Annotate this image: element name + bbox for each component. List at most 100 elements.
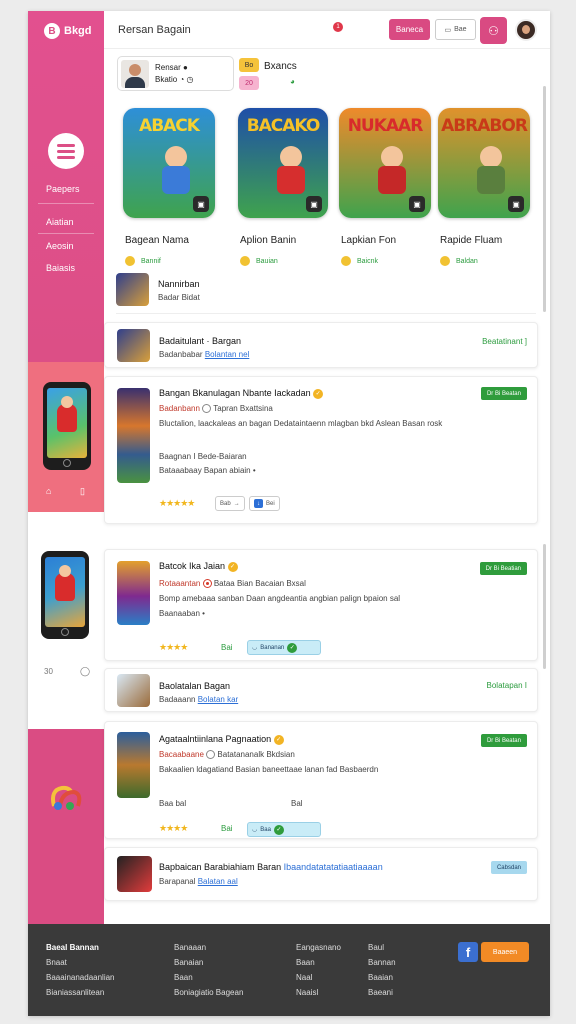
footer-link[interactable]: Boniagiatio Bagean <box>174 985 243 1000</box>
chip-label: Bab <box>220 500 231 507</box>
settings-icon[interactable]: ⚇ <box>480 17 507 44</box>
status-pill: Dr Bi Beatan <box>480 387 527 400</box>
footer-link[interactable]: Baaian <box>368 970 396 985</box>
footer-link[interactable]: Bannan <box>368 955 396 970</box>
row-thumbnail[interactable] <box>116 273 149 306</box>
row-title[interactable]: Badaitulant · Bargan <box>159 336 241 346</box>
footer-link[interactable]: Baan <box>296 955 341 970</box>
secondary-button[interactable]: ▭ Bae <box>435 19 476 40</box>
radio-icon[interactable] <box>202 579 212 589</box>
home-icon[interactable]: ⌂ <box>46 486 51 496</box>
facebook-icon[interactable]: f <box>458 942 478 962</box>
game-tile[interactable]: NUKAAR ▣ <box>339 108 431 218</box>
sidebar-lower <box>28 729 104 925</box>
chip-button[interactable]: ◡ Baa ✓ <box>247 822 321 837</box>
game-description: Bluctalion, laackaleas an bagan Dedatain… <box>159 419 443 428</box>
tile-meta: Baicnk <box>341 256 378 266</box>
sidebar-item-3[interactable]: Aeosin <box>46 241 74 251</box>
game-tile[interactable]: ABRABOR ▣ <box>438 108 530 218</box>
row-thumbnail <box>117 674 150 707</box>
radio-icon[interactable] <box>202 404 212 414</box>
game-title[interactable]: Agataalntiinlana Pagnaation ✓ <box>159 734 284 745</box>
row-subtitle: Badar Bidat <box>158 293 200 302</box>
row-subtitle: Badanbabar Bolantan nel <box>159 350 249 359</box>
row-title[interactable]: Bapbaican Barabiahiam Baran Ibaandatatat… <box>159 862 409 872</box>
list-item[interactable]: Badaitulant · Bargan Badanbabar Bolantan… <box>104 322 538 368</box>
rating-stars: ★★★★ <box>159 642 188 652</box>
menu-icon[interactable] <box>48 133 84 169</box>
chip-button-2[interactable]: ↓ Bei <box>249 496 280 511</box>
scrollbar[interactable] <box>543 544 546 669</box>
footer-link[interactable]: Eangasnano <box>296 940 341 955</box>
footer-link[interactable]: Naal <box>296 970 341 985</box>
game-description: Bomp amebaaa sanban Daan angdeantia angb… <box>159 594 401 603</box>
game-subtitle-text: Bacaabaane <box>159 750 204 759</box>
rating-stars: ★★★★ <box>159 823 188 833</box>
check-icon: ✓ <box>273 824 284 835</box>
character-art <box>474 146 508 196</box>
sidebar-divider <box>38 203 94 204</box>
footer-col-2: Banaaan Banaian Baan Boniagiatio Bagean <box>174 940 243 1000</box>
game-card[interactable]: Bangan Bkanulagan Nbante Iackadan ✓ Dr B… <box>104 376 538 524</box>
chip-button[interactable]: Bab → <box>215 496 245 511</box>
row-title[interactable]: Nannirban <box>158 279 200 289</box>
game-tile[interactable]: ABACK ▣ <box>123 108 215 218</box>
game-title[interactable]: Batcok Ika Jaian ✓ <box>159 561 238 572</box>
coin-icon <box>240 256 250 266</box>
sidebar-item-4[interactable]: Baiasis <box>46 263 75 273</box>
user-avatar[interactable] <box>515 19 537 41</box>
scrollbar[interactable] <box>543 86 546 312</box>
list-item[interactable]: Baolatalan Bagan Badaaann Bolatan kar Bo… <box>104 668 538 712</box>
footer-link[interactable]: Banaian <box>174 955 243 970</box>
footer-link[interactable]: Baul <box>368 940 396 955</box>
tile-name[interactable]: Rapide Fluam <box>440 235 502 246</box>
game-tile[interactable]: BACAKO ▣ <box>238 108 328 218</box>
status-label: Bolatapan I <box>486 681 527 690</box>
tile-meta: Baldan <box>440 256 478 266</box>
footer-link[interactable]: Naaisl <box>296 985 341 1000</box>
tile-corner-icon: ▣ <box>306 196 322 212</box>
row-subtitle-text: Badaaann <box>159 695 196 704</box>
row-link[interactable]: Balatan aal <box>198 877 238 886</box>
footer-link[interactable]: Bianiassanlitean <box>46 985 115 1000</box>
row-title[interactable]: Baolatalan Bagan <box>159 681 230 691</box>
tile-name[interactable]: Bagean Nama <box>125 235 189 246</box>
review-count: Bai <box>221 643 233 652</box>
chip-button[interactable]: ◡ Bananan ✓ <box>247 640 321 655</box>
games-status-icon: ◕ <box>290 77 295 86</box>
profile-meta: Bkatio ◔ ◷ <box>155 74 194 84</box>
device-icon[interactable]: ▯ <box>80 486 85 497</box>
game-card[interactable]: Batcok Ika Jaian ✓ Dr Bi Beatian Rotaaan… <box>104 549 538 661</box>
game-title[interactable]: Bangan Bkanulagan Nbante Iackadan ✓ <box>159 388 324 399</box>
logo-text: Bkgd <box>64 25 92 37</box>
cta-button[interactable]: Baaeen <box>481 942 529 962</box>
circle-icon[interactable]: ◯ <box>80 666 90 677</box>
game-subtitle-2: Bataa Bian Bacaian Bxsal <box>213 579 306 588</box>
sidebar-item-2[interactable]: Aiatian <box>46 217 74 227</box>
app-logo[interactable]: B Bkgd <box>44 23 92 39</box>
game-title-text: Agataalntiinlana Pagnaation <box>159 734 272 744</box>
tile-meta-text: Baldan <box>456 257 478 265</box>
footer-link[interactable]: Bnaat <box>46 955 115 970</box>
sidebar-item-1[interactable]: Paepers <box>46 184 80 194</box>
game-subtitle: Bacaabaane Batatananalk Bkdsian <box>159 750 295 760</box>
footer-link[interactable]: Baaainanadaanlian <box>46 970 115 985</box>
row-link[interactable]: Bolatan kar <box>198 695 238 704</box>
row-title-link[interactable]: Ibaandatatatatiaatiaaaan <box>284 862 383 872</box>
tile-meta-text: Bannif <box>141 257 161 265</box>
notification-badge[interactable]: 1 <box>333 22 343 32</box>
game-subtitle-text: Rotaaantan <box>159 579 201 588</box>
game-card[interactable]: Agataalntiinlana Pagnaation ✓ Dr Bi Beat… <box>104 721 538 839</box>
tile-name[interactable]: Lapkian Fon <box>341 235 396 246</box>
footer-link[interactable]: Baeani <box>368 985 396 1000</box>
profile-card[interactable]: Rensar ● Bkatio ◔ ◷ <box>117 56 234 91</box>
row-link[interactable]: Bolantan nel <box>205 350 249 359</box>
footer-link[interactable]: Baan <box>174 970 243 985</box>
radio-icon[interactable] <box>206 750 216 760</box>
primary-button[interactable]: Baneca <box>389 19 430 40</box>
tile-name[interactable]: Aplion Banin <box>240 235 296 246</box>
row-subtitle: Barapanal Balatan aal <box>159 877 238 886</box>
list-item[interactable]: Bapbaican Barabiahiam Baran Ibaandatatat… <box>104 847 538 901</box>
footer-link[interactable]: Banaaan <box>174 940 243 955</box>
coin-icon <box>341 256 351 266</box>
